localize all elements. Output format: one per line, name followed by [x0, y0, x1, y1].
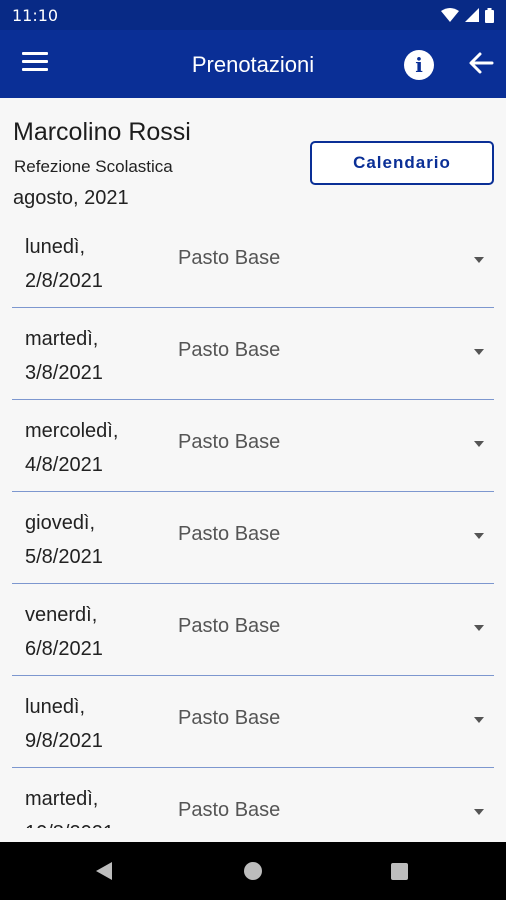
wifi-icon [441, 8, 459, 22]
day-label: lunedì, 2/8/2021 [25, 230, 103, 298]
meal-value: Pasto Base [178, 247, 281, 269]
weekday: lunedì, [25, 696, 86, 718]
meal-dropdown[interactable]: Pasto Base [178, 492, 494, 583]
date: 5/8/2021 [25, 546, 103, 568]
booking-row: martedì, 3/8/2021 Pasto Base [12, 308, 494, 400]
weekday: venerdì, [25, 604, 98, 626]
date: 3/8/2021 [25, 362, 103, 384]
meal-dropdown[interactable]: Pasto Base [178, 676, 494, 767]
service-name: Refezione Scolastica [14, 157, 173, 176]
booking-row: giovedì, 5/8/2021 Pasto Base [12, 492, 494, 584]
date: 10/8/2021 [25, 816, 114, 828]
month-label: agosto, 2021 [13, 187, 129, 209]
meal-value: Pasto Base [178, 615, 281, 637]
menu-icon[interactable] [22, 52, 48, 76]
booking-header: Marcolino Rossi Refezione Scolastica ago… [0, 98, 506, 216]
day-label: lunedì, 9/8/2021 [25, 690, 103, 758]
battery-icon [485, 7, 494, 23]
dropdown-arrow-icon [474, 349, 484, 355]
weekday: martedì, [25, 788, 99, 810]
app-bar: Prenotazioni i [0, 30, 506, 98]
status-time: 11:10 [12, 5, 59, 25]
dropdown-arrow-icon [474, 625, 484, 631]
system-nav-bar [0, 842, 506, 900]
dropdown-arrow-icon [474, 809, 484, 815]
meal-dropdown[interactable]: Pasto Base [178, 216, 494, 307]
date: 9/8/2021 [25, 730, 103, 752]
weekday: mercoledì, [25, 420, 119, 442]
dropdown-arrow-icon [474, 441, 484, 447]
day-label: martedì, 10/8/2021 [25, 782, 114, 828]
meal-value: Pasto Base [178, 523, 281, 545]
meal-value: Pasto Base [178, 799, 281, 821]
weekday: giovedì, [25, 512, 96, 534]
student-name: Marcolino Rossi [13, 118, 191, 146]
day-label: giovedì, 5/8/2021 [25, 506, 103, 574]
meal-dropdown[interactable]: Pasto Base [178, 768, 494, 828]
status-bar: 11:10 [0, 0, 506, 30]
day-label: mercoledì, 4/8/2021 [25, 414, 118, 482]
status-icons [441, 7, 494, 23]
meal-value: Pasto Base [178, 339, 281, 361]
dropdown-arrow-icon [474, 533, 484, 539]
calendar-button[interactable]: Calendario [310, 141, 494, 185]
signal-icon [465, 8, 479, 22]
booking-row: venerdì, 6/8/2021 Pasto Base [12, 584, 494, 676]
info-icon[interactable]: i [404, 50, 434, 80]
day-label: martedì, 3/8/2021 [25, 322, 103, 390]
day-label: venerdì, 6/8/2021 [25, 598, 103, 666]
booking-list[interactable]: lunedì, 2/8/2021 Pasto Base martedì, 3/8/2… [0, 216, 506, 828]
meal-dropdown[interactable]: Pasto Base [178, 308, 494, 399]
nav-back-icon[interactable] [96, 862, 112, 880]
weekday: martedì, [25, 328, 99, 350]
nav-home-icon[interactable] [244, 862, 262, 880]
meal-dropdown[interactable]: Pasto Base [178, 400, 494, 491]
date: 4/8/2021 [25, 454, 103, 476]
date: 6/8/2021 [25, 638, 103, 660]
dropdown-arrow-icon [474, 257, 484, 263]
arrow-back-icon[interactable] [466, 48, 496, 78]
booking-row: lunedì, 2/8/2021 Pasto Base [12, 216, 494, 308]
meal-value: Pasto Base [178, 707, 281, 729]
meal-value: Pasto Base [178, 431, 281, 453]
dropdown-arrow-icon [474, 717, 484, 723]
booking-row: mercoledì, 4/8/2021 Pasto Base [12, 400, 494, 492]
meal-dropdown[interactable]: Pasto Base [178, 584, 494, 675]
weekday: lunedì, [25, 236, 86, 258]
booking-row: lunedì, 9/8/2021 Pasto Base [12, 676, 494, 768]
date: 2/8/2021 [25, 270, 103, 292]
nav-recent-icon[interactable] [391, 863, 408, 880]
booking-row: martedì, 10/8/2021 Pasto Base [12, 768, 494, 828]
